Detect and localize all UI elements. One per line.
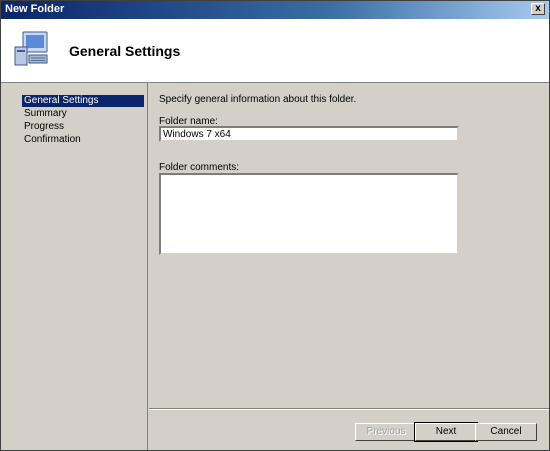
folder-comments-label: Folder comments: — [159, 162, 240, 173]
wizard-footer: Previous Next Cancel — [149, 408, 549, 451]
nav-item-confirmation[interactable]: Confirmation — [22, 134, 144, 146]
wizard-content: Specify general information about this f… — [149, 83, 549, 408]
nav-item-progress[interactable]: Progress — [22, 121, 144, 133]
nav-item-summary[interactable]: Summary — [22, 108, 144, 120]
footer-divider — [149, 409, 549, 410]
page-description: Specify general information about this f… — [159, 94, 357, 105]
window-title: New Folder — [5, 3, 65, 15]
wizard-steps-nav: General Settings Summary Progress Confir… — [1, 83, 148, 450]
new-folder-dialog: New Folder x General Settings General Se… — [0, 0, 550, 451]
title-bar[interactable]: New Folder x — [1, 1, 549, 19]
nav-item-general-settings[interactable]: General Settings — [22, 95, 144, 107]
wizard-header: General Settings — [1, 19, 549, 83]
close-icon: x — [535, 3, 541, 14]
next-button[interactable]: Next — [414, 422, 478, 442]
folder-name-input[interactable]: Windows 7 x64 — [159, 126, 459, 142]
page-heading: General Settings — [69, 43, 181, 59]
computer-icon — [14, 31, 48, 66]
close-button[interactable]: x — [531, 3, 545, 15]
cancel-button[interactable]: Cancel — [475, 423, 537, 441]
previous-button[interactable]: Previous — [355, 423, 417, 441]
folder-comments-textarea[interactable] — [159, 173, 459, 255]
